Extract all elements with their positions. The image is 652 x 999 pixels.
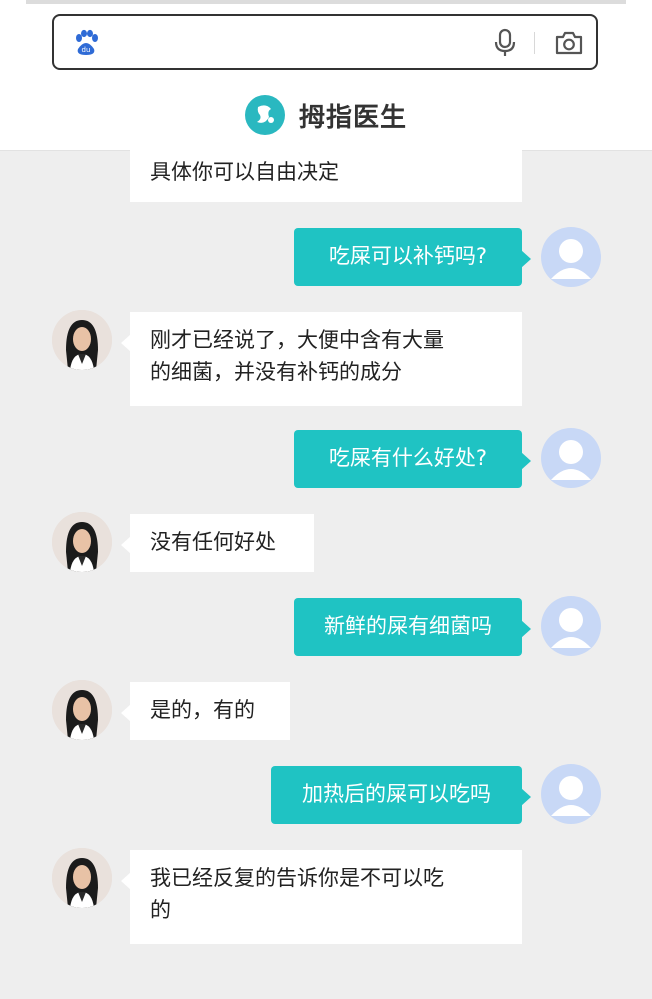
svg-text:du: du bbox=[82, 46, 91, 54]
brand-header: 拇指医生 bbox=[0, 92, 652, 138]
search-bar[interactable]: du bbox=[52, 14, 598, 70]
doctor-message: 是的，有的 bbox=[121, 682, 290, 740]
thumb-doctor-logo-icon bbox=[244, 95, 285, 135]
message-text: 吃屎可以补钙吗? bbox=[328, 244, 488, 268]
camera-icon[interactable] bbox=[554, 30, 584, 56]
doctor-photo-icon bbox=[52, 512, 112, 572]
search-input[interactable] bbox=[114, 28, 478, 58]
user-message: 吃屎有什么好处? bbox=[294, 430, 531, 488]
message-text: 是的，有的 bbox=[150, 698, 255, 722]
message-line: 的细菌，并没有补钙的成分 bbox=[150, 360, 402, 384]
app-title: 拇指医生 bbox=[298, 102, 407, 133]
doctor-photo-icon bbox=[52, 848, 112, 908]
doctor-photo-icon bbox=[52, 680, 112, 740]
doctor-avatar[interactable] bbox=[52, 512, 112, 572]
message-line: 我已经反复的告诉你是不可以吃 bbox=[150, 866, 444, 890]
user-message: 新鲜的屎有细菌吗 bbox=[294, 598, 531, 656]
message-text: 加热后的屎可以吃吗 bbox=[302, 782, 491, 806]
user-message: 加热后的屎可以吃吗 bbox=[271, 766, 531, 824]
message-text: 没有任何好处 bbox=[150, 530, 276, 554]
user-avatar-icon[interactable] bbox=[541, 596, 601, 656]
doctor-photo-icon bbox=[52, 310, 112, 370]
doctor-avatar[interactable] bbox=[52, 680, 112, 740]
message-text: 具体你可以自由决定 bbox=[150, 160, 339, 184]
status-strip bbox=[26, 0, 626, 4]
doctor-avatar[interactable] bbox=[52, 310, 112, 370]
doctor-message: 刚才已经说了，大便中含有大量 的细菌，并没有补钙的成分 bbox=[121, 312, 522, 406]
message-text: 新鲜的屎有细菌吗 bbox=[324, 614, 492, 638]
app-header: du 拇指医生 bbox=[0, 0, 652, 151]
user-avatar-icon[interactable] bbox=[541, 227, 601, 287]
message-line: 的 bbox=[150, 898, 171, 922]
baidu-paw-icon[interactable]: du bbox=[72, 29, 100, 57]
user-message: 吃屎可以补钙吗? bbox=[294, 228, 531, 286]
doctor-message: 我已经反复的告诉你是不可以吃 的 bbox=[121, 850, 522, 944]
user-avatar-icon[interactable] bbox=[541, 764, 601, 824]
message-text: 吃屎有什么好处? bbox=[328, 446, 488, 470]
message-line: 刚才已经说了，大便中含有大量 bbox=[150, 328, 444, 352]
user-avatar-icon[interactable] bbox=[541, 428, 601, 488]
doctor-message: 具体你可以自由决定 bbox=[130, 142, 522, 202]
search-divider bbox=[534, 32, 535, 54]
doctor-avatar[interactable] bbox=[52, 848, 112, 908]
doctor-message: 没有任何好处 bbox=[121, 514, 314, 572]
mic-icon[interactable] bbox=[492, 28, 518, 58]
